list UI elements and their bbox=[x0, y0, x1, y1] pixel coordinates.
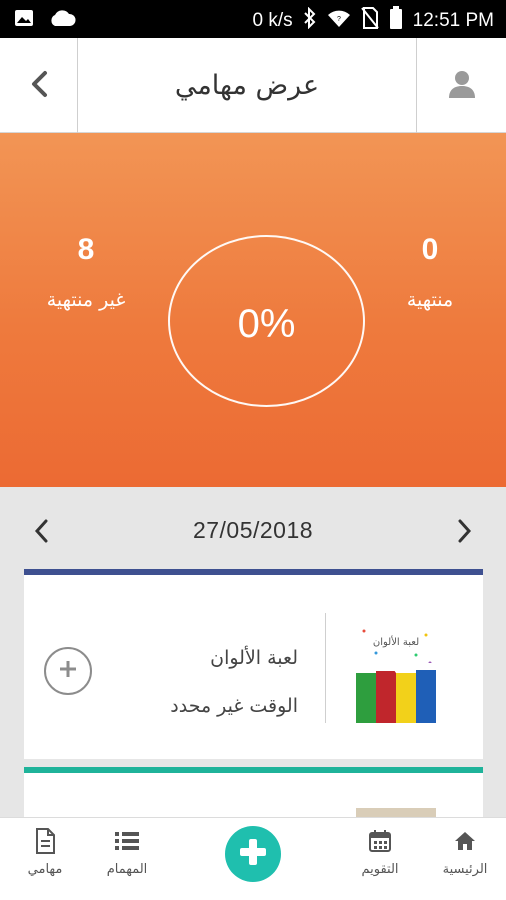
chevron-left-icon bbox=[28, 69, 50, 103]
task-name: لعبة الألوان bbox=[210, 647, 298, 669]
next-day-button[interactable] bbox=[450, 513, 480, 553]
cloud-icon bbox=[48, 8, 76, 32]
status-bar: 0 k/s ? 12:51 PM bbox=[0, 0, 506, 38]
nav-label: مهامي bbox=[27, 862, 63, 877]
home-icon bbox=[420, 828, 506, 854]
thumb-caption: لعبة الألوان bbox=[373, 635, 419, 648]
status-left-icons bbox=[14, 8, 76, 32]
finished-count: 0 bbox=[421, 233, 439, 266]
previous-day-button[interactable] bbox=[26, 513, 56, 553]
battery-icon bbox=[389, 6, 403, 36]
task-card[interactable]: لعبة الألوان الوقت غير محدد لعبة الألوان bbox=[24, 569, 483, 759]
wifi-icon: ? bbox=[327, 8, 351, 34]
no-sim-icon bbox=[360, 7, 379, 35]
plus-circle-icon bbox=[57, 658, 79, 684]
net-speed: 0 k/s bbox=[252, 10, 293, 31]
finished-label: منتهية bbox=[406, 289, 454, 311]
unfinished-label: غير منتهية bbox=[46, 289, 126, 311]
finished-stat: 0 منتهية bbox=[370, 233, 490, 311]
list-icon bbox=[82, 828, 172, 854]
calendar-icon bbox=[335, 828, 425, 854]
app-header: عرض مهامي bbox=[0, 38, 506, 133]
task-thumbnail: لعبة الألوان bbox=[356, 623, 436, 723]
progress-percent: 0% bbox=[237, 302, 296, 346]
add-fab-button[interactable] bbox=[225, 826, 281, 882]
task-thumbnail-frame: لعبة الألوان bbox=[325, 613, 483, 723]
add-task-button[interactable] bbox=[44, 647, 92, 695]
chevron-left-icon bbox=[33, 518, 49, 548]
page-title: عرض مهامي bbox=[174, 70, 320, 101]
current-date: 27/05/2018 bbox=[192, 517, 314, 543]
plus-icon bbox=[238, 837, 268, 871]
nav-tasks[interactable]: المهمام bbox=[82, 828, 172, 877]
nav-home[interactable]: الرئيسية bbox=[420, 828, 506, 877]
progress-summary: 8 غير منتهية 0% 0 منتهية bbox=[0, 133, 506, 487]
unfinished-stat: 8 غير منتهية bbox=[26, 233, 146, 311]
unfinished-count: 8 bbox=[77, 233, 95, 266]
image-icon bbox=[14, 8, 34, 32]
bluetooth-icon bbox=[303, 6, 317, 35]
status-right: 0 k/s ? 12:51 PM bbox=[253, 6, 494, 36]
progress-circle: 0% bbox=[168, 235, 365, 408]
nav-calendar[interactable]: التقويم bbox=[335, 828, 425, 877]
back-button[interactable] bbox=[0, 38, 78, 133]
svg-text:?: ? bbox=[337, 16, 341, 23]
bottom-navigation: الرئيسية التقويم المهمام مهامي bbox=[0, 817, 506, 900]
date-navigator: 27/05/2018 bbox=[0, 503, 506, 565]
user-icon bbox=[447, 69, 477, 103]
clock: 12:51 PM bbox=[412, 10, 494, 31]
nav-label: الرئيسية bbox=[442, 862, 488, 877]
profile-button[interactable] bbox=[416, 38, 506, 133]
task-time: الوقت غير محدد bbox=[170, 695, 298, 717]
chevron-right-icon bbox=[457, 518, 473, 548]
document-icon bbox=[0, 828, 90, 854]
nav-label: المهمام bbox=[106, 862, 148, 877]
nav-my-tasks[interactable]: مهامي bbox=[0, 828, 90, 877]
nav-label: التقويم bbox=[361, 862, 399, 877]
